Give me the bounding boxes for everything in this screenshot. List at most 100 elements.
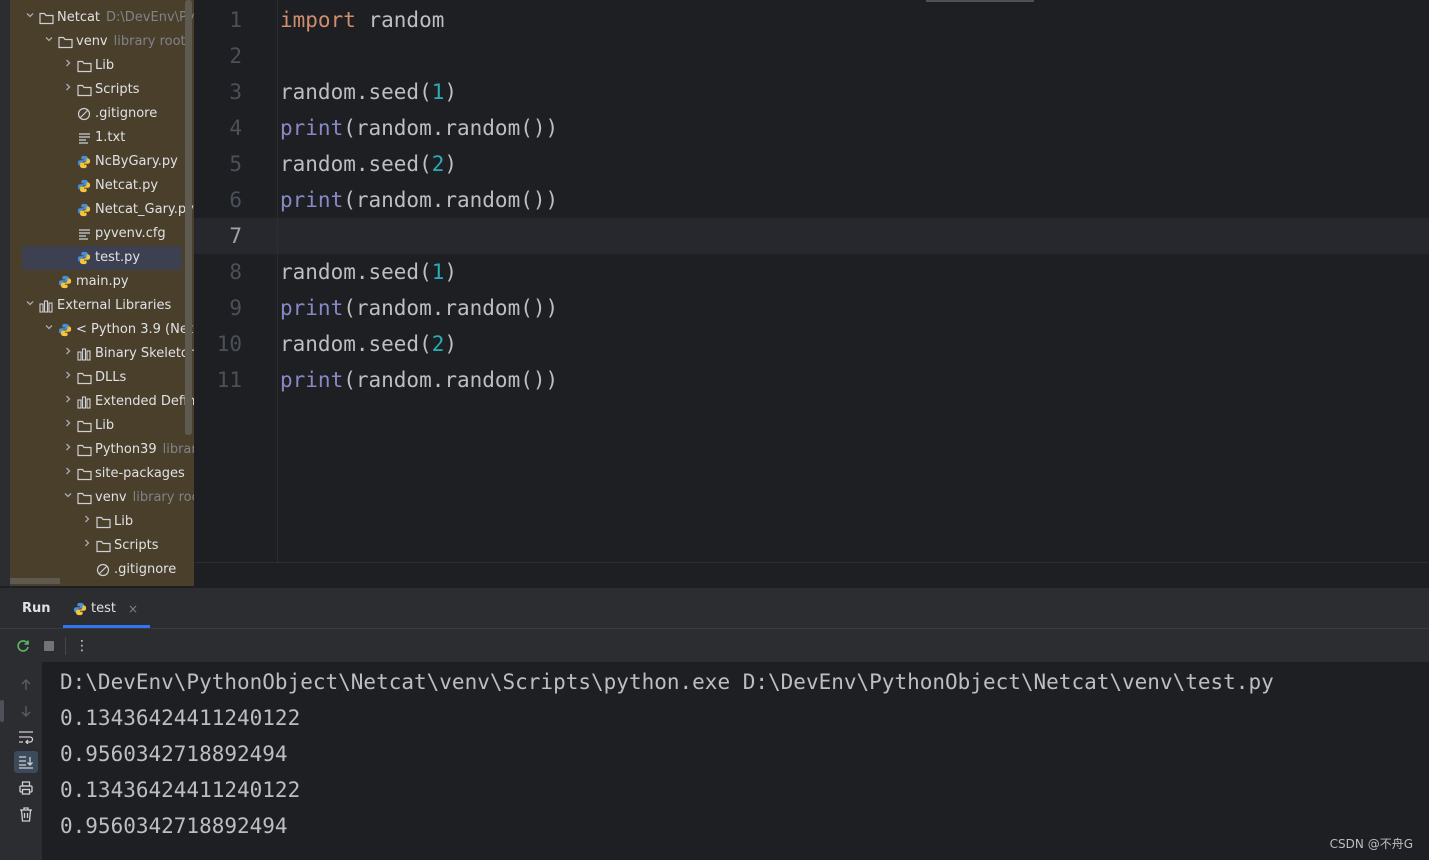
chevron-right-icon[interactable] [60, 414, 76, 438]
gutter-separator [277, 0, 278, 562]
ignore-file-icon [76, 106, 92, 122]
chevron-right-icon[interactable] [60, 342, 76, 366]
chevron-down-icon[interactable] [22, 6, 38, 30]
tree-item[interactable]: Lib [10, 510, 194, 534]
chevron-right-icon[interactable] [60, 78, 76, 102]
tree-item[interactable]: main.py [10, 270, 194, 294]
chevron-right-icon[interactable] [60, 366, 76, 390]
folder-icon [76, 418, 92, 434]
folder-icon [76, 58, 92, 74]
python-file-icon [76, 178, 92, 194]
tree-item-hint: D:\DevEnv\Py [106, 10, 194, 25]
chevron-right-icon[interactable] [60, 390, 76, 414]
tree-item[interactable]: DLLs [10, 366, 194, 390]
tree-item[interactable]: Binary Skeletons [10, 342, 194, 366]
chevron-down-icon[interactable] [60, 486, 76, 510]
tree-item[interactable]: Lib [10, 414, 194, 438]
folder-icon [76, 82, 92, 98]
tree-item[interactable]: Extended Defin [10, 390, 194, 414]
tree-item[interactable]: External Libraries [10, 294, 194, 318]
python-file-icon [76, 250, 92, 266]
tree-item[interactable]: Python39 librar [10, 438, 194, 462]
python-file-icon [76, 202, 92, 218]
chevron-right-icon[interactable] [60, 438, 76, 462]
tree-item[interactable]: test.py [10, 246, 194, 270]
tree-item[interactable]: Scripts [10, 534, 194, 558]
tree-item[interactable]: Netcat.py [10, 174, 194, 198]
folder-icon [38, 10, 54, 26]
arrow-up-icon[interactable] [14, 674, 38, 696]
line-number: 8 [229, 260, 242, 284]
tree-item[interactable]: Lib [10, 54, 194, 78]
code-line[interactable]: print(random.random()) [280, 362, 558, 398]
chevron-down-icon[interactable] [22, 294, 38, 318]
tree-item-label: main.py [76, 274, 129, 289]
tree-item-label: < Python 3.9 (Net [76, 322, 193, 337]
chevron-right-icon[interactable] [79, 534, 95, 558]
tree-item[interactable]: venv library roo [10, 486, 194, 510]
text-file-icon [76, 130, 92, 146]
tree-item-label: Netcat [57, 10, 101, 25]
tree-item-label: Python39 [95, 442, 157, 457]
line-number: 11 [216, 368, 242, 392]
text-file-icon [76, 226, 92, 242]
chevron-down-icon[interactable] [41, 30, 57, 54]
tree-item[interactable]: Netcat_Gary.py [10, 198, 194, 222]
code-line[interactable]: random.seed(2) [280, 146, 457, 182]
code-line[interactable]: print(random.random()) [280, 110, 558, 146]
soft-wrap-icon[interactable] [14, 726, 38, 748]
code-line[interactable]: random.seed(1) [280, 74, 457, 110]
code-line[interactable]: import random [280, 2, 444, 38]
tree-item-label: pyvenv.cfg [95, 226, 166, 241]
tree-item[interactable]: .gitignore [10, 102, 194, 126]
run-tab-test[interactable]: test × [72, 588, 138, 629]
run-toolbar: ⋮ [0, 628, 1429, 663]
chevron-right-icon[interactable] [60, 462, 76, 486]
code-line[interactable]: print(random.random()) [280, 290, 558, 326]
line-number: 6 [229, 188, 242, 212]
tree-item[interactable]: 1.txt [10, 126, 194, 150]
tree-item[interactable]: venv library root [10, 30, 194, 54]
console-output-line: 0.13436424411240122 [60, 706, 301, 730]
tree-item[interactable]: < Python 3.9 (Net [10, 318, 194, 342]
code-token: (random.random()) [343, 188, 559, 212]
rerun-icon[interactable] [14, 629, 32, 663]
trash-icon[interactable] [14, 803, 38, 825]
code-line[interactable]: print(random.random()) [280, 182, 558, 218]
close-tab-icon[interactable]: × [128, 602, 138, 616]
tree-item-label: venv [95, 490, 127, 505]
code-token: random.seed( [280, 332, 432, 356]
code-line[interactable]: random.seed(1) [280, 254, 457, 290]
stop-icon[interactable] [40, 629, 58, 663]
tree-vertical-scrollbar[interactable] [185, 0, 192, 435]
scroll-to-end-icon[interactable] [14, 751, 38, 773]
tree-item[interactable]: pyvenv.cfg [10, 222, 194, 246]
run-side-toolbar [0, 662, 42, 860]
tree-item[interactable]: Scripts [10, 78, 194, 102]
chevron-right-icon[interactable] [60, 54, 76, 78]
more-options-icon[interactable]: ⋮ [74, 629, 90, 663]
tree-item-hint: librar [162, 442, 194, 457]
tree-item-label: test.py [95, 250, 141, 265]
arrow-down-icon[interactable] [14, 700, 38, 722]
line-number: 10 [216, 332, 242, 356]
tree-item[interactable]: Netcat D:\DevEnv\Py [10, 6, 194, 30]
tree-item-label: Netcat.py [95, 178, 159, 193]
folder-icon [76, 370, 92, 386]
code-token: 2 [431, 152, 445, 176]
tree-item-label: Lib [114, 514, 134, 529]
tree-horizontal-scrollbar[interactable] [10, 578, 60, 584]
tree-item[interactable]: NcByGary.py [10, 150, 194, 174]
code-line[interactable]: random.seed(2) [280, 326, 457, 362]
folder-icon [76, 442, 92, 458]
code-token: random.seed( [280, 152, 432, 176]
chevron-down-icon[interactable] [41, 318, 57, 342]
side-edge-handle[interactable] [0, 700, 4, 722]
code-token: random.seed( [280, 80, 432, 104]
print-icon[interactable] [14, 777, 38, 799]
code-token: random.seed( [280, 260, 432, 284]
chevron-right-icon[interactable] [79, 510, 95, 534]
tree-item[interactable]: site-packages [10, 462, 194, 486]
code-token: import [280, 8, 356, 32]
code-token: print [280, 296, 344, 320]
